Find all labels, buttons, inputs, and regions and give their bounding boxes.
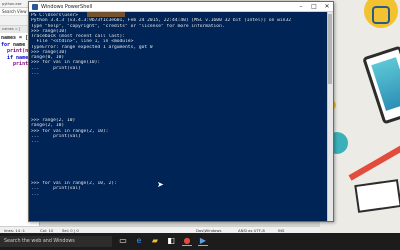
task-view-icon[interactable]: ▭: [118, 236, 128, 246]
store-icon[interactable]: ◧: [166, 236, 176, 246]
powershell-taskbar-icon[interactable]: ▶: [198, 236, 208, 246]
close-icon[interactable]: ✕: [321, 2, 333, 12]
windows-taskbar: Search the web and Windows ▭ e ▰ ◧ ● ▶: [0, 233, 400, 250]
powershell-console[interactable]: PS C:\Users\user> Python 3.4.3 (v3.4.3:9b…: [29, 12, 333, 221]
powershell-icon: [32, 4, 38, 10]
wallpaper-notebook: [354, 179, 400, 213]
taskbar-search-box[interactable]: Search the web and Windows: [0, 236, 112, 247]
chrome-icon[interactable]: ●: [182, 236, 192, 246]
powershell-titlebar[interactable]: Windows PowerShell – □ ✕: [29, 2, 333, 12]
edge-icon[interactable]: e: [134, 236, 144, 246]
console-line: Python 3.4.3 (v3.4.3:9b73f1c3e601, Feb 2…: [31, 18, 291, 24]
powershell-window[interactable]: Windows PowerShell – □ ✕ PS C:\Users\use…: [28, 1, 334, 222]
wallpaper-pencil: [348, 145, 400, 181]
editor-statusbar: lines: 14 :1 Col: 10 Sel: 0 | 0 Dos\Wind…: [0, 226, 320, 233]
mouse-cursor-icon: ➤: [157, 180, 164, 189]
powershell-title: Windows PowerShell: [41, 4, 93, 10]
scrollbar-thumb[interactable]: [328, 14, 332, 84]
minimize-icon[interactable]: –: [295, 2, 307, 12]
console-scrollbar[interactable]: [327, 12, 333, 221]
file-explorer-icon[interactable]: ▰: [150, 236, 160, 246]
wallpaper-tool-icon: [372, 6, 390, 24]
maximize-icon[interactable]: □: [308, 2, 320, 12]
